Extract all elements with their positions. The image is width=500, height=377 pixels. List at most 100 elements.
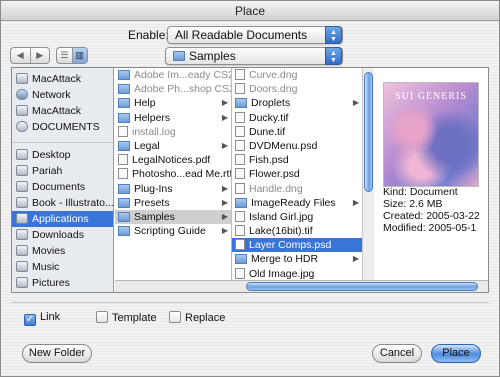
- sidebar-item-book-illustrator[interactable]: Book - Illustrato...: [12, 195, 113, 211]
- folder-row: Adobe Im...eady CS2: [115, 68, 231, 82]
- column-view-button[interactable]: ▥: [71, 48, 87, 63]
- row-label: Plug-Ins: [134, 182, 173, 195]
- row-label: Old Image.jpg: [249, 267, 315, 280]
- sidebar-item-music[interactable]: Music: [12, 259, 113, 275]
- new-folder-button[interactable]: New Folder: [22, 344, 92, 363]
- sidebar-item-applications[interactable]: Applications: [12, 211, 113, 227]
- documents-folder-icon: [16, 181, 28, 192]
- vertical-scroll-thumb[interactable]: [364, 72, 373, 192]
- file-row[interactable]: Photosho...ead Me.rtf: [115, 167, 231, 181]
- folder-icon: [235, 197, 247, 208]
- file-row[interactable]: Fish.psd: [232, 153, 362, 167]
- preview-thumbnail: SUI GENERIS: [383, 82, 479, 187]
- place-button[interactable]: Place: [431, 344, 481, 363]
- link-checkbox[interactable]: ✓ Link: [24, 311, 60, 326]
- folder-icon: [118, 98, 130, 109]
- row-label: Help: [134, 97, 156, 110]
- sidebar-item-pariah[interactable]: Pariah: [12, 163, 113, 179]
- disclosure-arrow-icon: ▶: [221, 211, 228, 221]
- folder-icon: [118, 211, 130, 222]
- template-checkbox[interactable]: Template: [96, 311, 157, 325]
- sidebar-item-documents-volume[interactable]: DOCUMENTS: [12, 119, 113, 135]
- folder-row[interactable]: Merge to HDR ▶: [232, 252, 362, 266]
- sidebar-item-label: Downloads: [32, 229, 84, 241]
- row-label: Helpers: [134, 111, 171, 124]
- sidebar-divider: [12, 138, 113, 143]
- folder-icon: [16, 197, 28, 208]
- horizontal-scrollbar[interactable]: [115, 280, 488, 292]
- document-icon: [235, 210, 245, 222]
- template-label: Template: [112, 312, 157, 324]
- location-popup-value: Samples: [189, 49, 236, 63]
- network-globe-icon: [16, 89, 28, 100]
- folder-row[interactable]: ImageReady Files ▶: [232, 196, 362, 210]
- replace-checkbox[interactable]: Replace: [169, 311, 225, 325]
- enable-popup-value: All Readable Documents: [175, 28, 308, 42]
- file-row[interactable]: Island Girl.jpg: [232, 210, 362, 224]
- file-row[interactable]: DVDMenu.psd: [232, 139, 362, 153]
- document-icon: [235, 69, 245, 80]
- preview-pane: SUI GENERIS Kind: Document Size: 2.6 MB …: [375, 68, 488, 280]
- file-row[interactable]: Lake(16bit).tif: [232, 224, 362, 238]
- music-icon: [16, 261, 28, 272]
- sidebar-item-macattack[interactable]: MacAttack: [12, 71, 113, 87]
- row-label: Ducky.tif: [249, 111, 289, 124]
- disclosure-arrow-icon: ▶: [352, 197, 359, 207]
- sidebar-item-macattack-2[interactable]: MacAttack: [12, 103, 113, 119]
- place-dialog: Place Enable: All Readable Documents ▲ ▼ …: [0, 0, 500, 377]
- popup-arrows-icon: ▲ ▼: [325, 47, 342, 65]
- sidebar-item-downloads[interactable]: Downloads: [12, 227, 113, 243]
- folder-row[interactable]: Scripting Guide ▶: [115, 224, 231, 238]
- sidebar-item-desktop[interactable]: Desktop: [12, 147, 113, 163]
- row-label: Island Girl.jpg: [249, 210, 314, 223]
- sidebar-item-label: DOCUMENTS: [32, 121, 100, 133]
- file-row[interactable]: Flower.psd: [232, 167, 362, 181]
- disclosure-arrow-icon: ▶: [221, 98, 228, 108]
- sidebar-item-network[interactable]: Network: [12, 87, 113, 103]
- preview-info: Kind: Document Size: 2.6 MB Created: 200…: [383, 186, 480, 234]
- row-label: Dune.tif: [249, 125, 286, 138]
- row-label: Adobe Ph...shop CS2: [134, 83, 231, 96]
- row-label: Layer Comps.psd: [249, 239, 332, 252]
- file-row[interactable]: Old Image.jpg: [232, 267, 362, 280]
- forward-button[interactable]: ▶: [29, 48, 50, 63]
- link-label: Link: [40, 311, 61, 323]
- document-icon: [235, 225, 245, 237]
- folder-row[interactable]: Helpers ▶: [115, 111, 231, 125]
- file-row[interactable]: Dune.tif: [232, 125, 362, 139]
- cancel-button[interactable]: Cancel: [372, 344, 422, 363]
- row-label: Photosho...ead Me.rtf: [132, 168, 231, 181]
- sidebar-item-documents[interactable]: Documents: [12, 179, 113, 195]
- folder-row[interactable]: Legal ▶: [115, 139, 231, 153]
- file-row[interactable]: Ducky.tif: [232, 111, 362, 125]
- disclosure-arrow-icon: ▶: [352, 98, 359, 108]
- folder-row[interactable]: Plug-Ins ▶: [115, 182, 231, 196]
- view-switcher: ☰ ▥: [56, 47, 88, 64]
- folder-row[interactable]: Help ▶: [115, 96, 231, 110]
- options-bar: ✓ Link Template Replace: [11, 302, 489, 332]
- location-popup[interactable]: Samples ▲ ▼: [165, 47, 343, 65]
- downloads-folder-icon: [16, 229, 28, 240]
- horizontal-scroll-thumb[interactable]: [246, 282, 478, 291]
- file-row[interactable]: Layer Comps.psd: [232, 238, 362, 253]
- enable-label: Enable:: [128, 28, 169, 42]
- folder-row[interactable]: Samples ▶: [115, 209, 231, 225]
- row-label: Handle.dng: [249, 182, 303, 195]
- sidebar-item-label: MacAttack: [32, 105, 82, 117]
- vertical-scrollbar[interactable]: [362, 68, 374, 280]
- folder-icon: [118, 140, 130, 151]
- sidebar-item-pictures[interactable]: Pictures: [12, 275, 113, 291]
- hard-drive-icon: [16, 105, 28, 116]
- folder-row[interactable]: Droplets ▶: [232, 96, 362, 110]
- disclosure-arrow-icon: ▶: [221, 112, 228, 122]
- back-button[interactable]: ◀: [11, 48, 30, 63]
- file-row[interactable]: LegalNotices.pdf: [115, 153, 231, 167]
- enable-popup[interactable]: All Readable Documents ▲ ▼: [167, 26, 343, 44]
- preview-size: Size: 2.6 MB: [383, 198, 443, 210]
- sidebar-item-movies[interactable]: Movies: [12, 243, 113, 259]
- folder-row[interactable]: Presets ▶: [115, 196, 231, 210]
- folder-icon: [118, 183, 130, 194]
- file-browser: MacAttack Network MacAttack DOCUMENTS De…: [11, 67, 489, 293]
- folder-icon: [235, 98, 247, 109]
- list-view-button[interactable]: ☰: [57, 48, 72, 63]
